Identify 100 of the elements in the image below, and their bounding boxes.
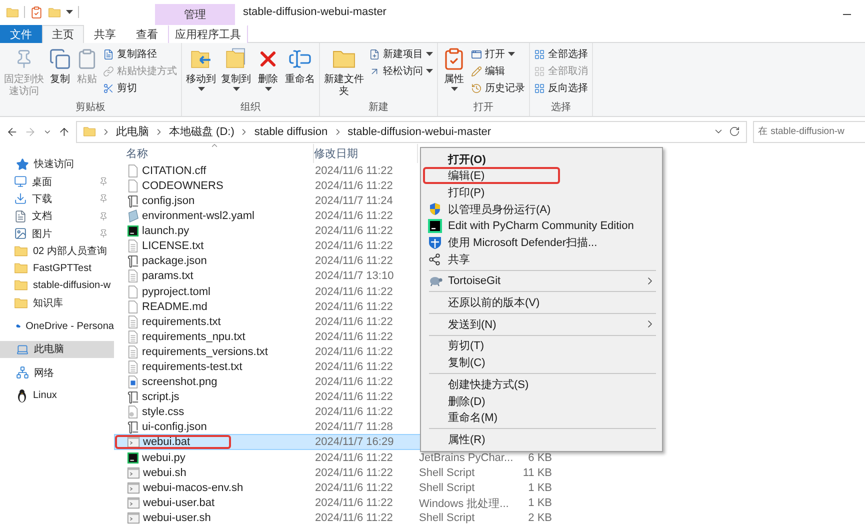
date-cell-text: 2024/11/6 11:22 xyxy=(315,210,394,222)
link-icon xyxy=(103,66,114,77)
nav-item[interactable]: stable-diffusion-w xyxy=(0,276,114,294)
nav-item[interactable]: 文档 xyxy=(0,208,114,225)
nav-item[interactable]: 网络 xyxy=(0,364,114,382)
ribbon-button[interactable]: 轻松访问 xyxy=(367,64,435,79)
menu-item[interactable]: 共享 xyxy=(423,250,660,268)
penguin-icon xyxy=(16,388,28,403)
menu-item[interactable]: Edit with PyCharm Community Edition xyxy=(423,218,660,234)
file-row[interactable]: webui-user.bat 2024/11/6 11:22 Windows 批处理... 1 KB xyxy=(114,494,559,510)
menu-item[interactable]: 删除(D) xyxy=(423,392,660,410)
size-cell-text: 1 KB xyxy=(527,497,552,510)
checklist-icon[interactable] xyxy=(30,6,43,19)
nav-item[interactable]: 快速访问 xyxy=(0,156,114,174)
menu-item[interactable]: 使用 Microsoft Defender扫描... xyxy=(423,234,660,251)
file-row[interactable]: webui.sh 2024/11/6 11:22 Shell Script 11 KB xyxy=(114,464,559,480)
nav-item[interactable]: 下载 xyxy=(0,190,114,208)
menu-item[interactable]: 重命名(M) xyxy=(423,409,660,426)
ribbon-button[interactable]: 复制到 xyxy=(219,44,253,102)
menu-item[interactable]: 还原以前的版本(V) xyxy=(423,294,660,311)
file-row[interactable]: webui-macos-env.sh 2024/11/6 11:22 Shell Script 1 KB xyxy=(114,480,559,495)
new-item-icon xyxy=(369,48,380,60)
ribbon-button[interactable]: 历史记录 xyxy=(469,80,527,96)
ribbon-button[interactable]: 移动到 xyxy=(184,44,218,102)
breadcrumb[interactable]: stable-diffusion-webui-master xyxy=(348,126,492,138)
menu-item[interactable]: 打印(P) xyxy=(423,184,660,201)
breadcrumb[interactable]: stable diffusion xyxy=(254,126,328,138)
ribbon-tab[interactable]: 主页 xyxy=(42,24,84,44)
window-icon xyxy=(471,48,482,60)
folder-icon xyxy=(14,261,28,276)
menu-item[interactable]: 剪切(T) xyxy=(423,338,660,354)
terminal-file-icon xyxy=(127,466,140,480)
ribbon-button[interactable]: 剪切 xyxy=(101,80,179,96)
folder-icon xyxy=(14,244,28,258)
date-cell-text: 2024/11/6 11:22 xyxy=(315,466,394,479)
menu-item[interactable]: 创建快捷方式(S) xyxy=(423,376,660,393)
file-name: launch.py xyxy=(142,225,190,238)
menu-item[interactable]: 打开(O) xyxy=(423,150,660,168)
grid-icon xyxy=(534,82,545,94)
address-field[interactable]: 此电脑 本地磁盘 (D:) stable diffusion stable-diffusion-webui-master xyxy=(76,120,747,143)
date-cell-text: 2024/11/6 11:22 xyxy=(315,240,394,252)
ribbon-button[interactable]: 重命名 xyxy=(283,44,317,102)
ribbon-button[interactable]: 打开 xyxy=(469,46,527,62)
breadcrumb[interactable]: 本地磁盘 (D:) xyxy=(169,124,234,140)
copy-icon xyxy=(49,48,71,70)
ribbon-button[interactable]: 属性 xyxy=(440,44,468,102)
column-header[interactable]: 名称 xyxy=(126,144,314,163)
file-name: webui.sh xyxy=(143,466,186,479)
script-icon xyxy=(127,390,139,404)
nav-item[interactable]: 桌面 xyxy=(0,173,114,190)
ribbon-button[interactable]: 新建项目 xyxy=(367,46,435,62)
ribbon-button[interactable]: 全部选择 xyxy=(532,46,590,62)
ribbon-button[interactable]: 复制 xyxy=(47,44,73,102)
date-cell-text: 2024/11/6 11:22 xyxy=(315,346,394,358)
document-icon xyxy=(14,210,27,223)
ribbon-button[interactable]: 新建文件夹 xyxy=(322,44,366,102)
ribbon-button[interactable]: 反向选择 xyxy=(532,80,590,96)
caret-icon xyxy=(450,86,458,91)
file-name: README.md xyxy=(142,300,208,313)
date-cell-text: 2024/11/7 11:28 xyxy=(315,421,394,434)
ribbon-button[interactable]: 删除 xyxy=(254,44,282,102)
nav-item[interactable]: 知识库 xyxy=(0,294,114,312)
ribbon-tab[interactable]: 文件 xyxy=(0,24,42,43)
shield-icon xyxy=(428,236,442,250)
menu-item[interactable]: 复制(C) xyxy=(423,354,660,371)
nav-item[interactable]: Linux xyxy=(0,387,114,405)
nav-item[interactable]: FastGPTTest xyxy=(0,260,114,277)
file-name: pyproject.toml xyxy=(142,286,210,298)
file-name: script.js xyxy=(142,391,180,404)
nav-item[interactable]: 此电脑 xyxy=(0,340,114,358)
menu-item[interactable]: 以管理员身份运行(A) xyxy=(423,200,660,218)
ribbon-button[interactable]: 编辑 xyxy=(469,64,527,79)
search-field[interactable]: 在 stable-diffusion-w xyxy=(753,120,865,143)
ribbon-button[interactable]: 复制路径 xyxy=(101,46,179,62)
app-icon xyxy=(428,218,442,233)
menu-item[interactable]: 发送到(N) xyxy=(423,316,660,333)
refresh-icon[interactable] xyxy=(729,126,740,138)
folder-icon xyxy=(14,296,28,310)
script-icon xyxy=(127,254,139,268)
script-icon xyxy=(127,420,139,434)
date-cell-text: 2024/11/6 11:22 xyxy=(315,300,394,313)
date-cell-text: 2024/11/6 11:22 xyxy=(315,452,394,464)
column-header[interactable]: 修改日期 xyxy=(314,144,418,163)
text-file-icon xyxy=(127,269,139,284)
shield-icon xyxy=(428,202,442,216)
date-cell-text: 2024/11/6 11:22 xyxy=(315,497,394,510)
type-cell-text: JetBrains PyChar... xyxy=(419,452,514,464)
file-row[interactable]: webui-user.sh 2024/11/6 11:22 Shell Script 2 KB xyxy=(114,510,559,525)
size-cell-text: 6 KB xyxy=(527,452,552,464)
nav-item[interactable]: 图片 xyxy=(0,224,114,242)
size-cell-text: 1 KB xyxy=(527,482,552,494)
stylesheet-icon xyxy=(127,405,139,420)
ribbon-tab[interactable]: 应用程序工具 xyxy=(168,24,248,43)
menu-item[interactable]: TortoiseGit xyxy=(423,272,660,290)
nav-item[interactable]: 02 内部人员查询 xyxy=(0,242,114,260)
document-icon xyxy=(127,164,139,178)
document-icon xyxy=(127,300,139,314)
nav-item[interactable]: OneDrive - Persona xyxy=(0,317,114,335)
breadcrumb[interactable]: 此电脑 xyxy=(116,124,149,140)
file-row[interactable]: webui.py 2024/11/6 11:22 JetBrains PyChar... 6 KB xyxy=(114,450,559,465)
